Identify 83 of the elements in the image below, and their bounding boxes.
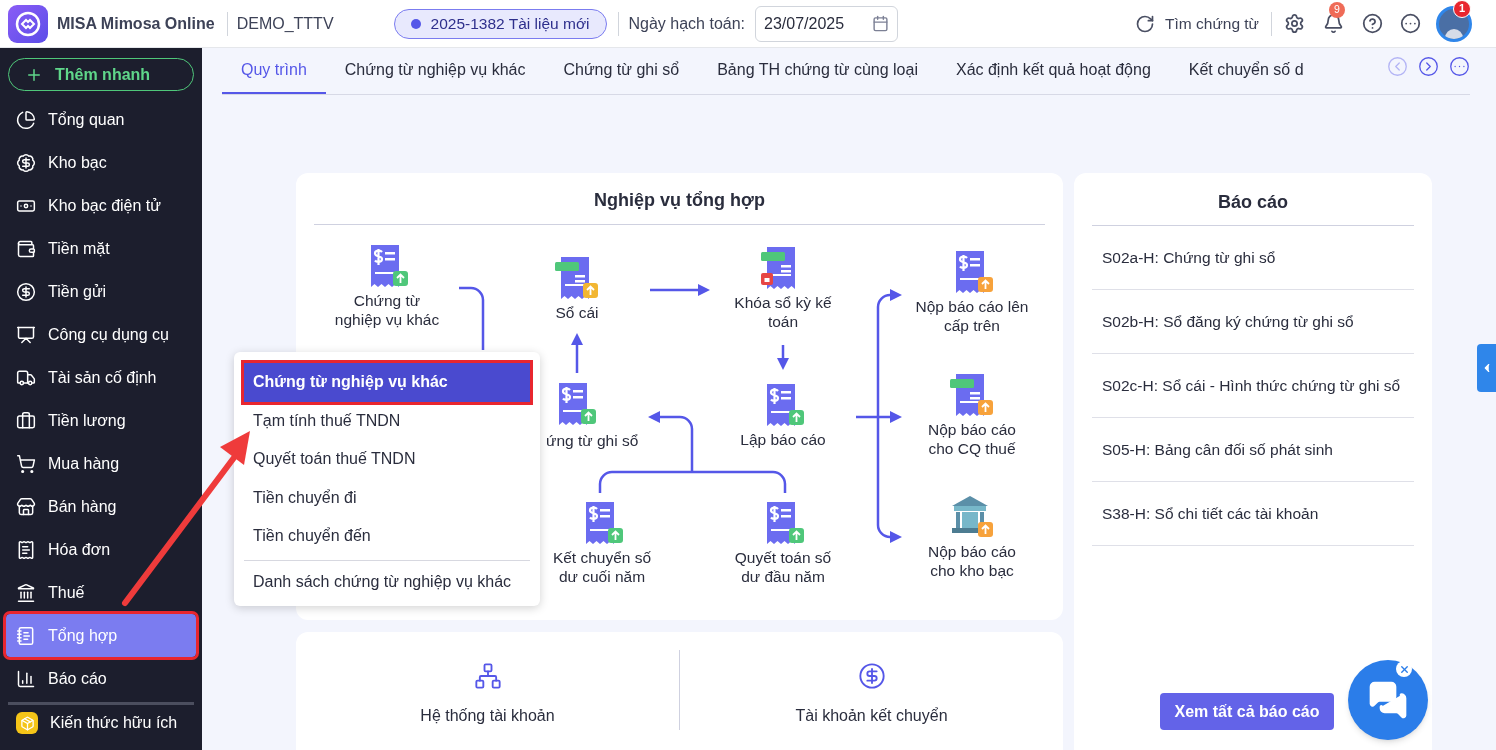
help-icon[interactable] [1362, 13, 1383, 34]
sidebar-item[interactable]: Bán hàng [6, 485, 196, 528]
sidebar-item[interactable]: Tiền lương [6, 399, 196, 442]
sidebar-item[interactable]: Kiến thức hữu ích [6, 705, 196, 741]
dollar-circle-icon [16, 281, 36, 302]
node-label[interactable]: Chứng từ nghiệp vụ khác [334, 291, 440, 329]
pie-chart-icon [16, 109, 36, 130]
receipt-icon [16, 539, 36, 560]
next-tab-icon[interactable] [1418, 56, 1439, 77]
card-title: Báo cáo [1218, 191, 1288, 214]
document-badge[interactable]: 2025-1382 Tài liệu mới [393, 8, 607, 39]
shortcut-button[interactable]: Tài khoản kết chuyển [680, 650, 1063, 728]
tab[interactable]: Bảng TH chứng từ cùng loại [698, 48, 937, 94]
node-label[interactable]: Nộp báo cáo cho CQ thuế [928, 420, 1016, 458]
search-documents-button[interactable]: Tìm chứng từ [1135, 11, 1259, 36]
dollar-badge-icon [16, 152, 36, 173]
workspace-name: DEMO_TTTV [236, 13, 334, 34]
sidebar-item[interactable]: Báo cáo [6, 657, 196, 700]
report-link[interactable]: S02c-H: Sổ cái - Hình thức chứng từ ghi sổ [1102, 374, 1410, 397]
app-logo [8, 4, 48, 43]
shortcut-button[interactable]: Hệ thống tài khoản [296, 650, 679, 728]
report-link[interactable]: S02b-H: Sổ đăng ký chứng từ ghi sổ [1102, 310, 1410, 333]
menu-item[interactable]: Tạm tính thuế TNDN [244, 401, 530, 440]
tab[interactable]: Chứng từ nghiệp vụ khác [325, 48, 545, 94]
node-label[interactable]: Quyết toán số dư đầu năm [734, 548, 832, 586]
side-panel-handle[interactable] [1477, 344, 1496, 392]
close-icon [1398, 663, 1410, 675]
cart-icon [16, 453, 36, 474]
calendar-icon [872, 15, 890, 32]
date-field[interactable]: 23/07/2025 [755, 5, 899, 42]
more-icon[interactable] [1400, 13, 1421, 34]
node-label[interactable]: Nộp báo cáo lên cấp trên [915, 297, 1029, 335]
node-label[interactable]: Nộp báo cáo cho kho bạc [928, 542, 1016, 580]
node-label[interactable]: Lập báo cáo [740, 430, 826, 449]
menu-item[interactable]: Tiền chuyển đến [244, 517, 530, 556]
card-title: Nghiệp vụ tổng hợp [594, 189, 765, 212]
view-all-reports-button[interactable]: Xem tất cả báo cáo [1159, 693, 1335, 730]
bank-building-icon [16, 582, 36, 603]
node-label[interactable]: Kết chuyển số dư cuối năm [552, 548, 652, 586]
sidebar-item[interactable]: Tài sản cố định [6, 356, 196, 399]
date-label: Ngày hạch toán: [628, 13, 746, 34]
more-tabs-icon[interactable] [1449, 56, 1470, 77]
menu-item[interactable]: Danh sách chứng từ nghiệp vụ khác [244, 564, 530, 599]
dollar-circle-icon [857, 662, 886, 690]
notebook-icon [16, 625, 36, 646]
tab[interactable]: Kết chuyển số d [1169, 48, 1323, 94]
report-link[interactable]: S05-H: Bảng cân đối số phát sinh [1102, 438, 1410, 461]
sidebar-item[interactable]: Thuế [6, 571, 196, 614]
notification-count: 9 [1329, 2, 1345, 18]
menu-item[interactable]: Quyết toán thuế TNDN [244, 440, 530, 479]
sidebar-item[interactable]: Tiền gửi [6, 270, 196, 313]
sidebar-item[interactable]: Tổng hợp [6, 614, 196, 657]
tab[interactable]: Chứng từ ghi sổ [544, 48, 699, 94]
close-chat-button[interactable] [1396, 661, 1412, 677]
sidebar-item[interactable]: Tiền mặt [6, 227, 196, 270]
menu-item[interactable]: Tiền chuyển đi [244, 478, 530, 517]
store-icon [16, 496, 36, 517]
node-label[interactable]: ứng từ ghi sổ [546, 431, 639, 450]
notification-icon[interactable] [1323, 13, 1344, 34]
package-icon [16, 712, 38, 734]
report-link[interactable]: S02a-H: Chứng từ ghi sổ [1102, 246, 1410, 269]
tree-icon [473, 662, 502, 690]
sidebar-item[interactable]: Tổng quan [6, 98, 196, 141]
settings-icon[interactable] [1284, 13, 1305, 34]
sidebar-item[interactable]: Hóa đơn [6, 528, 196, 571]
sidebar-item[interactable]: Công cụ dụng cụ [6, 313, 196, 356]
tab[interactable]: Quy trình [222, 48, 326, 94]
menu-item[interactable]: Chứng từ nghiệp vụ khác [244, 363, 530, 402]
sidebar-item[interactable]: Kho bạc điện tử [6, 184, 196, 227]
app-name: MISA Mimosa Online [57, 13, 215, 34]
sidebar-item[interactable]: Kho bạc [6, 141, 196, 184]
sidebar-item[interactable]: Mua hàng [6, 442, 196, 485]
node-label[interactable]: Khóa sổ kỳ kế toán [734, 293, 832, 331]
board-icon [16, 324, 36, 345]
report-link[interactable]: S38-H: Sổ chi tiết các tài khoản [1102, 502, 1410, 525]
avatar[interactable] [1436, 5, 1472, 42]
avatar-badge: 1 [1453, 0, 1471, 18]
chat-icon [1368, 680, 1408, 720]
tab[interactable]: Xác định kết quả hoạt động [936, 48, 1170, 94]
wallet-icon [16, 238, 36, 259]
bar-chart-icon [16, 668, 36, 689]
briefcase-icon [16, 410, 36, 431]
node-label[interactable]: Sổ cái [555, 303, 599, 322]
